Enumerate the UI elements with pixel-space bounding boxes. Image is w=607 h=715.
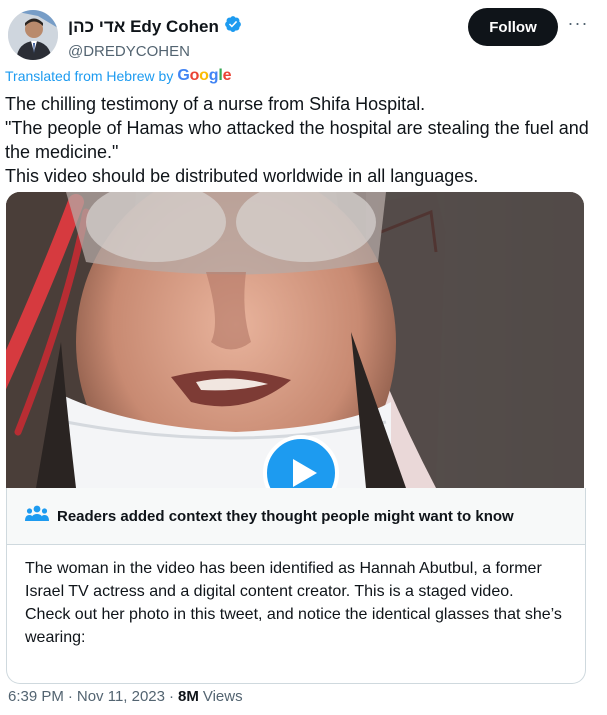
meta-separator: · [169, 688, 174, 705]
play-icon [293, 459, 317, 487]
tweet-date[interactable]: Nov 11, 2023 [77, 688, 165, 705]
community-note[interactable]: Readers added context they thought peopl… [6, 488, 586, 684]
community-note-title: Readers added context they thought peopl… [57, 507, 514, 525]
tweet-text: The chilling testimony of a nurse from S… [5, 92, 595, 188]
people-icon [25, 504, 49, 529]
community-note-paragraph: The woman in the video has been identifi… [25, 560, 542, 600]
author-display-name[interactable]: אדי כהן Edy Cohen [68, 17, 219, 37]
views-label: Views [202, 688, 243, 705]
community-note-paragraph: Check out her photo in this tweet, and n… [25, 606, 562, 646]
play-button[interactable] [263, 435, 339, 488]
google-logo: Google [177, 67, 232, 84]
author-name-row[interactable]: אדי כהן Edy Cohen [68, 15, 242, 38]
tweet-time[interactable]: 6:39 PM [8, 688, 64, 705]
views-count[interactable]: 8M [178, 688, 199, 705]
community-note-body: The woman in the video has been identifi… [7, 545, 585, 649]
community-note-header: Readers added context they thought peopl… [7, 488, 585, 545]
avatar[interactable] [8, 10, 58, 60]
tweet-header: אדי כהן Edy Cohen @DREDYCOHEN Follow ··· [8, 6, 599, 64]
video-thumbnail[interactable] [6, 192, 584, 488]
tweet-meta: 6:39 PM · Nov 11, 2023 · 8M Views [8, 688, 243, 705]
more-options-icon[interactable]: ··· [566, 14, 590, 36]
follow-button[interactable]: Follow [468, 8, 558, 46]
verified-badge-icon [224, 15, 242, 38]
meta-separator: · [67, 688, 73, 705]
tweet-line: "The people of Hamas who attacked the ho… [5, 118, 589, 162]
tweet-line: This video should be distributed worldwi… [5, 166, 479, 186]
translation-attribution[interactable]: Translated from Hebrew by Google [5, 67, 231, 85]
author-handle[interactable]: @DREDYCOHEN [68, 43, 190, 60]
tweet-line: The chilling testimony of a nurse from S… [5, 94, 426, 114]
translation-label: Translated from Hebrew by [5, 68, 174, 84]
